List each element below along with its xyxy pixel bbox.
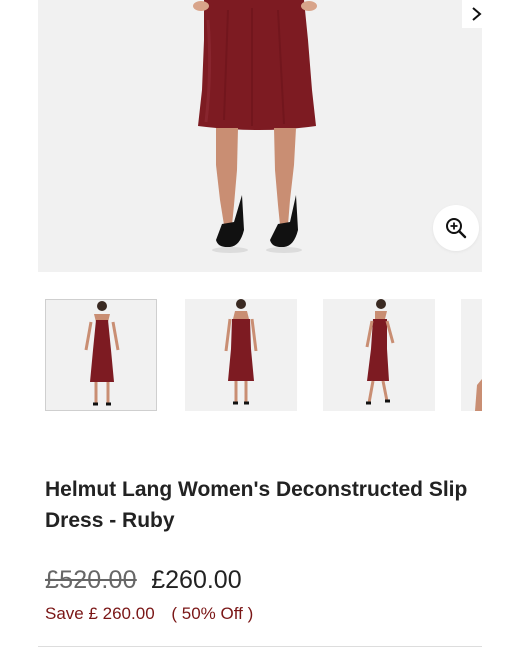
- chevron-right-icon: [472, 7, 482, 21]
- product-title: Helmut Lang Women's Deconstructed Slip D…: [45, 478, 468, 532]
- savings-info: Save £ 260.00 ( 50% Off ): [45, 604, 253, 624]
- discount-percent: ( 50% Off ): [171, 604, 254, 623]
- sale-price: £260.00: [151, 566, 242, 594]
- thumbnail-image: [365, 299, 395, 405]
- price-row: £520.00 £260.00: [45, 566, 242, 598]
- divider: [38, 646, 482, 647]
- original-price: £520.00: [45, 566, 137, 594]
- zoom-button[interactable]: [433, 205, 479, 251]
- dress-lower-illustration: [193, 0, 317, 253]
- thumbnail-image: [84, 301, 120, 406]
- thumbnail-image: [475, 379, 482, 411]
- thumbnail-partial[interactable]: [461, 299, 482, 411]
- thumbnail-side[interactable]: [323, 299, 435, 411]
- next-image-button[interactable]: [462, 0, 490, 28]
- thumbnail-back[interactable]: [185, 299, 297, 411]
- product-main-image[interactable]: [38, 0, 482, 272]
- thumbnail-front[interactable]: [45, 299, 157, 411]
- save-amount: Save £ 260.00: [45, 604, 155, 623]
- zoom-in-icon: [446, 218, 467, 239]
- thumbnail-image: [224, 299, 258, 405]
